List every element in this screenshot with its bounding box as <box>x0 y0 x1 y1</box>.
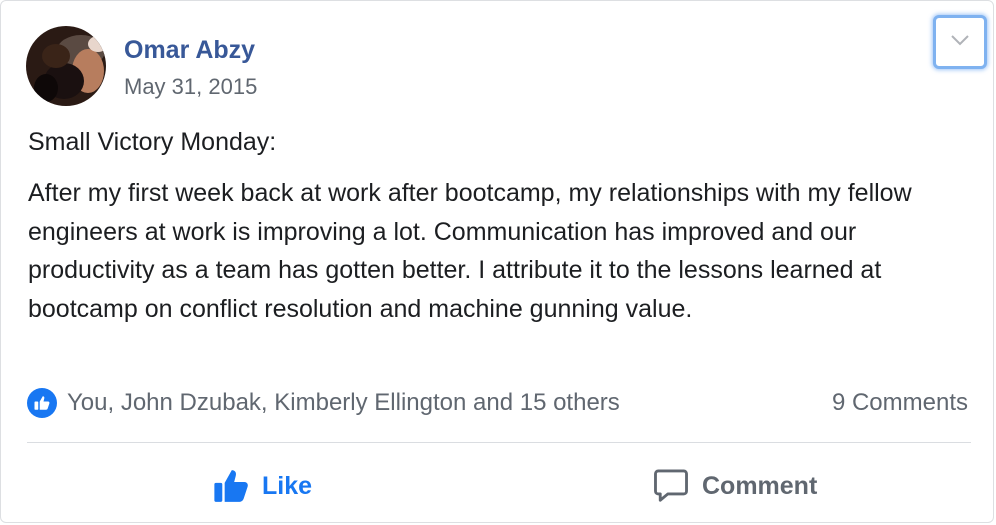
comments-count[interactable]: 9 Comments <box>832 387 968 419</box>
chevron-down-icon <box>950 33 970 51</box>
thumbs-up-icon <box>27 388 57 418</box>
reaction-names[interactable]: You, John Dzubak, Kimberly Ellington and… <box>67 387 620 419</box>
post-title: Small Victory Monday: <box>28 128 277 156</box>
avatar[interactable] <box>26 26 106 106</box>
like-button[interactable]: Like <box>212 463 312 509</box>
thumbs-up-icon <box>212 467 250 505</box>
post-card: Omar Abzy May 31, 2015 Small Victory Mon… <box>0 0 994 523</box>
speech-bubble-icon <box>652 467 690 505</box>
post-body: After my first week back at work after b… <box>28 179 912 323</box>
comment-label: Comment <box>702 471 818 500</box>
reaction-summary[interactable]: You, John Dzubak, Kimberly Ellington and… <box>27 387 620 419</box>
author-name[interactable]: Omar Abzy <box>124 34 255 66</box>
post-menu-button[interactable] <box>933 15 987 69</box>
divider <box>27 442 971 443</box>
like-label: Like <box>262 471 313 500</box>
post-date[interactable]: May 31, 2015 <box>124 73 257 101</box>
comment-button[interactable]: Comment <box>652 463 817 509</box>
